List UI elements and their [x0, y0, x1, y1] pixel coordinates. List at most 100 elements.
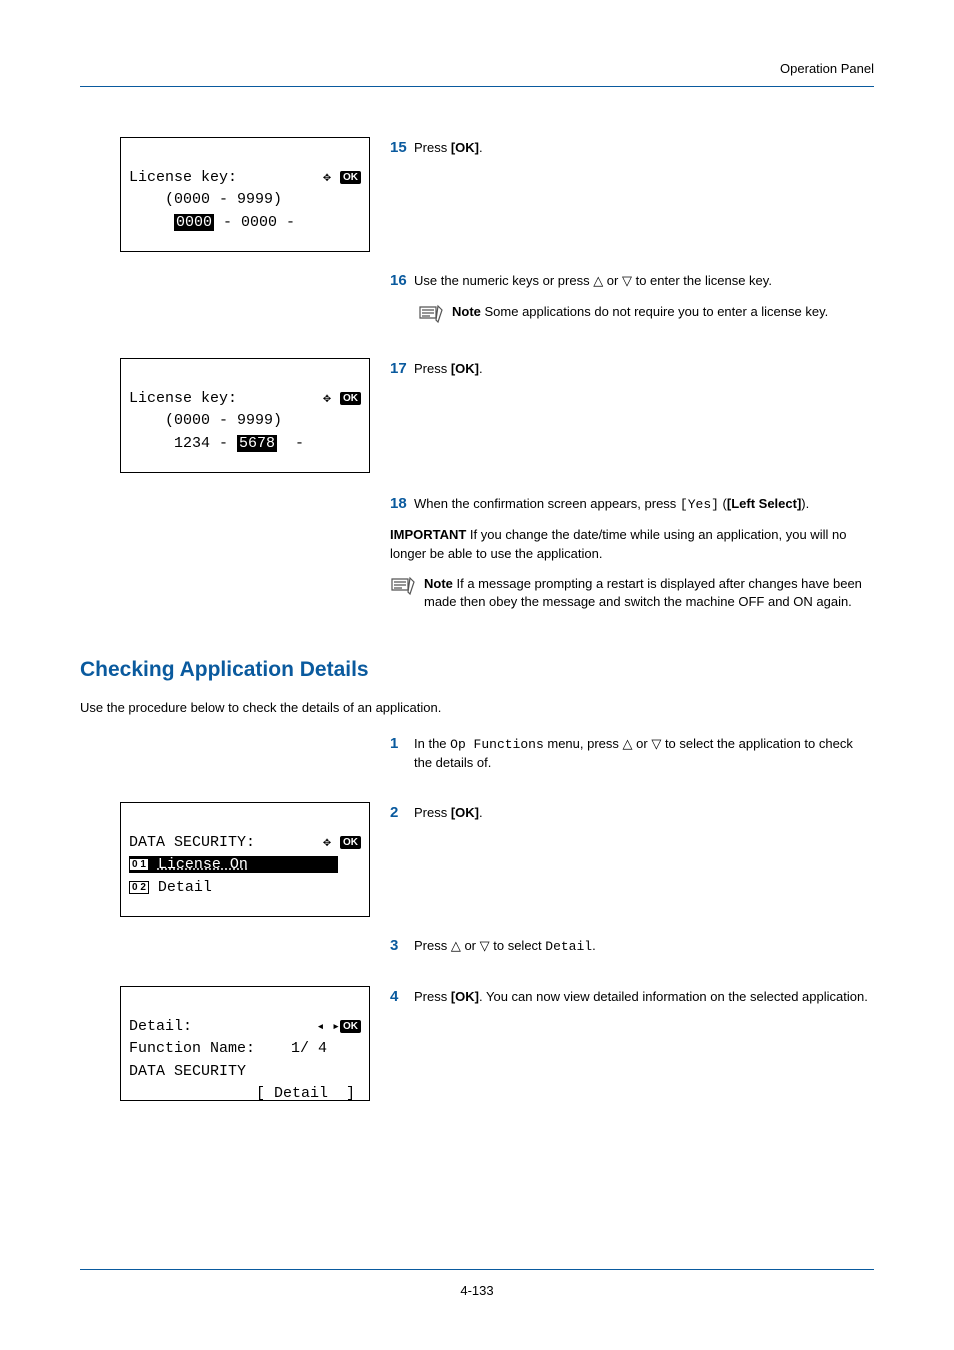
lcd2-post: -	[277, 435, 304, 452]
row-step2-1: 1 In the Op Functions menu, press or to …	[80, 733, 874, 784]
lcd-panel-license-key-1: License key: ✥ OK (0000 - 9999) 0000 - 00…	[120, 137, 370, 252]
row-step2-2: DATA SECURITY: ✥ OK 0 1 License On 0 2 De…	[80, 802, 874, 917]
lcd1-title: License key:	[129, 169, 237, 186]
step2-1: 1 In the Op Functions menu, press or to …	[390, 733, 874, 772]
note-license-key: Note Some applications do not require yo…	[418, 303, 874, 326]
text: .	[592, 938, 596, 953]
nav-ok-icon: ✥ OK	[323, 388, 361, 411]
lcd1-range: (0000 - 9999)	[165, 191, 282, 208]
triangle-up-icon	[451, 938, 461, 953]
step-16: 16 Use the numeric keys or press or to e…	[390, 270, 874, 291]
note-icon	[390, 576, 416, 598]
lcd2-title: License key:	[129, 390, 237, 407]
text: to select	[490, 938, 546, 953]
lcd4-line2b: 1/ 4	[291, 1040, 327, 1057]
lcd3-opt1-row: 0 1 License On	[129, 856, 338, 873]
lcd4-title: Detail:	[129, 1018, 192, 1035]
lcd-panel-detail: Detail:◂ ▸OK Function Name: 1/ 4 DATA SE…	[120, 986, 370, 1101]
section-title: Checking Application Details	[80, 655, 874, 684]
step-num: 16	[390, 270, 414, 291]
lcd2-seg-highlight: 5678	[237, 435, 277, 452]
step-num: 17	[390, 358, 414, 379]
important-block: IMPORTANT If you change the date/time wh…	[390, 526, 874, 562]
lcd3-opt1: License On	[158, 856, 248, 873]
lcd4-line3: DATA SECURITY	[129, 1063, 246, 1080]
triangle-up-icon	[623, 736, 633, 751]
note-label: Note	[452, 304, 481, 319]
text: ).	[801, 496, 809, 511]
text: to enter the license key.	[632, 273, 772, 288]
step2-2: 2 Press [OK].	[390, 802, 874, 823]
footer-rule	[80, 1269, 874, 1270]
step-num: 2	[390, 802, 414, 823]
lcd3-opt2: Detail	[158, 879, 212, 896]
header-rule	[80, 86, 874, 87]
nav-lr-ok-icon: ◂ ▸OK	[317, 1016, 361, 1039]
text: Press	[414, 140, 451, 155]
text: menu, press	[544, 736, 623, 751]
text: .	[479, 361, 483, 376]
text: .	[479, 805, 483, 820]
row-step-16: 16 Use the numeric keys or press or to e…	[80, 270, 874, 340]
text: Press	[414, 938, 451, 953]
text: .	[479, 140, 483, 155]
note-icon	[418, 304, 444, 326]
nav-ok-icon: ✥ OK	[323, 832, 361, 855]
detail-mono: Detail	[545, 939, 592, 954]
text: or	[461, 938, 480, 953]
note-restart: Note If a message prompting a restart is…	[390, 575, 874, 611]
note-label: Note	[424, 576, 453, 591]
step-num: 4	[390, 986, 414, 1007]
text: Press	[414, 989, 451, 1004]
text: (	[719, 496, 727, 511]
left-select-label: [Left Select]	[727, 496, 801, 511]
lcd-panel-license-key-2: License key: ✥ OK (0000 - 9999) 1234 - 56…	[120, 358, 370, 473]
text: In the	[414, 736, 450, 751]
step2-4: 4 Press [OK]. You can now view detailed …	[390, 986, 874, 1007]
step-num: 3	[390, 935, 414, 956]
text: Use the numeric keys or press	[414, 273, 593, 288]
row-step2-3: 3 Press or to select Detail.	[80, 935, 874, 968]
lcd2-range: (0000 - 9999)	[165, 412, 282, 429]
yes-mono: [Yes]	[680, 497, 719, 512]
important-label: IMPORTANT	[390, 527, 466, 542]
text: or	[603, 273, 622, 288]
text: When the confirmation screen appears, pr…	[414, 496, 680, 511]
text: or	[633, 736, 652, 751]
lcd1-rest: - 0000 -	[214, 214, 295, 231]
step2-3: 3 Press or to select Detail.	[390, 935, 874, 956]
op-functions-mono: Op Functions	[450, 737, 544, 752]
triangle-up-icon	[593, 273, 603, 288]
ok-label: [OK]	[451, 805, 479, 820]
step-num: 18	[390, 493, 414, 514]
lcd2-pre: 1234 -	[174, 435, 237, 452]
lcd1-seg-highlight: 0000	[174, 214, 214, 231]
triangle-down-icon	[480, 938, 490, 953]
step-17: 17 Press [OK].	[390, 358, 874, 379]
lcd4-softkey: [ Detail ]	[256, 1085, 355, 1102]
note-text: If a message prompting a restart is disp…	[424, 576, 862, 609]
running-head: Operation Panel	[80, 60, 874, 78]
row-step-17: License key: ✥ OK (0000 - 9999) 1234 - 56…	[80, 358, 874, 473]
ok-label: [OK]	[451, 361, 479, 376]
lcd3-title: DATA SECURITY:	[129, 834, 255, 851]
row-step2-4: Detail:◂ ▸OK Function Name: 1/ 4 DATA SE…	[80, 986, 874, 1101]
section-intro: Use the procedure below to check the det…	[80, 699, 874, 717]
step-num: 15	[390, 137, 414, 158]
num-badge-02: 0 2	[129, 881, 149, 894]
row-step-15: License key: ✥ OK (0000 - 9999) 0000 - 00…	[80, 137, 874, 252]
row-step-18: 18 When the confirmation screen appears,…	[80, 493, 874, 625]
step-num: 1	[390, 733, 414, 754]
triangle-down-icon	[651, 736, 661, 751]
text: Press	[414, 361, 451, 376]
triangle-down-icon	[622, 273, 632, 288]
nav-ok-icon: ✥ OK	[323, 167, 361, 190]
text: Press	[414, 805, 451, 820]
step-18: 18 When the confirmation screen appears,…	[390, 493, 874, 514]
page-number: 4-133	[80, 1282, 874, 1300]
ok-label: [OK]	[451, 989, 479, 1004]
text: . You can now view detailed information …	[479, 989, 868, 1004]
ok-label: [OK]	[451, 140, 479, 155]
note-text: Some applications do not require you to …	[481, 304, 828, 319]
step-15: 15 Press [OK].	[390, 137, 874, 158]
